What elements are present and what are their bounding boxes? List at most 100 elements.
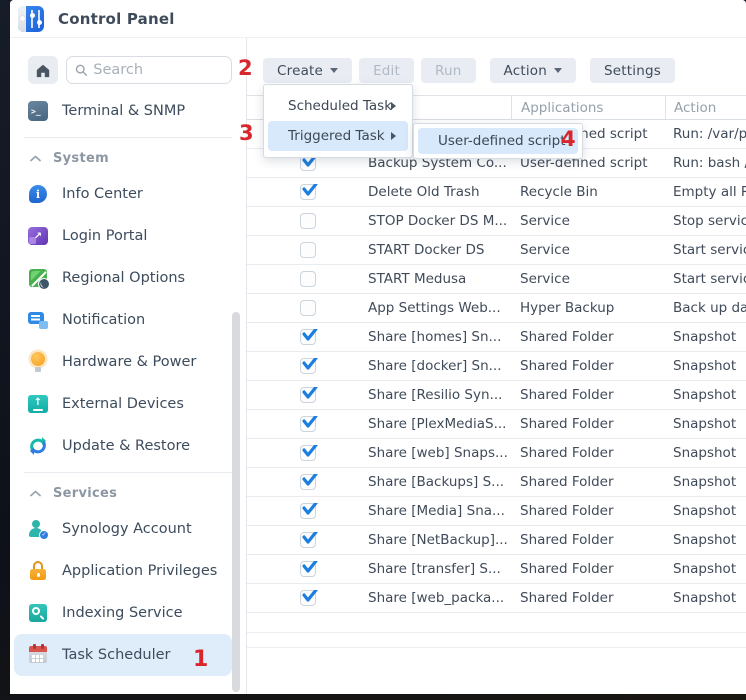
task-table: Applications Action User-defined script …: [247, 95, 746, 648]
task-action: Start servic: [665, 271, 746, 287]
check-icon: [301, 445, 319, 459]
task-name: STOP Docker DS M...: [368, 213, 511, 229]
task-enabled-checkbox[interactable]: [300, 590, 316, 606]
check-icon: [301, 416, 319, 430]
sidebar-item-synology-account[interactable]: ✓ Synology Account: [14, 508, 232, 550]
update-restore-icon: [28, 436, 48, 456]
menu-item-scheduled-task[interactable]: Scheduled Task: [268, 91, 408, 121]
external-device-icon: ↑: [28, 395, 48, 413]
sidebar-item-external-devices[interactable]: ↑ External Devices: [14, 383, 232, 425]
task-enabled-checkbox[interactable]: [300, 329, 316, 345]
table-row[interactable]: STOP Docker DS M... Service Stop servic: [247, 207, 746, 236]
search-input[interactable]: [93, 62, 223, 78]
task-enabled-checkbox[interactable]: [300, 445, 316, 461]
task-enabled-checkbox[interactable]: [300, 242, 316, 258]
task-enabled-checkbox[interactable]: [300, 416, 316, 432]
sidebar-item-terminal-snmp[interactable]: >_ Terminal & SNMP: [14, 90, 232, 132]
run-button[interactable]: Run: [421, 58, 476, 83]
task-enabled-checkbox[interactable]: [300, 271, 316, 287]
table-row[interactable]: Share [PlexMediaS... Shared Folder Snaps…: [247, 410, 746, 439]
task-name: Share [Backups] S...: [368, 474, 511, 490]
task-application: Shared Folder: [511, 503, 665, 519]
menu-item-triggered-task[interactable]: Triggered Task: [268, 121, 408, 151]
create-submenu: User-defined script: [413, 123, 583, 159]
table-row[interactable]: Share [homes] Sn... Shared Folder Snapsh…: [247, 323, 746, 352]
task-action: Snapshot: [665, 416, 746, 432]
task-action: Snapshot: [665, 445, 746, 461]
task-application: Service: [511, 213, 665, 229]
search-box[interactable]: [66, 56, 232, 84]
edit-button[interactable]: Edit: [359, 58, 414, 83]
create-button[interactable]: Create: [263, 58, 352, 83]
table-row[interactable]: START Medusa Service Start servic: [247, 265, 746, 294]
task-application: Shared Folder: [511, 329, 665, 345]
action-button[interactable]: Action: [490, 58, 576, 83]
task-application: Shared Folder: [511, 416, 665, 432]
task-enabled-checkbox[interactable]: [300, 532, 316, 548]
task-application: Recycle Bin: [511, 184, 665, 200]
section-system[interactable]: System: [10, 143, 246, 173]
sidebar-item-regional-options[interactable]: Regional Options: [14, 257, 232, 299]
task-action: Back up da: [665, 300, 746, 316]
task-enabled-checkbox[interactable]: [300, 358, 316, 374]
table-row[interactable]: Share [NetBackup]... Shared Folder Snaps…: [247, 526, 746, 555]
sidebar-item-info-center[interactable]: i Info Center: [14, 173, 232, 215]
task-enabled-checkbox[interactable]: [300, 184, 316, 200]
table-row[interactable]: START Docker DS Service Start servic: [247, 236, 746, 265]
table-row[interactable]: App Settings Web... Hyper Backup Back up…: [247, 294, 746, 323]
terminal-icon: >_: [28, 101, 48, 121]
divider: [24, 137, 232, 138]
task-name: Share [transfer] S...: [368, 561, 511, 577]
section-services[interactable]: Services: [10, 478, 246, 508]
check-icon: [301, 532, 319, 546]
table-row[interactable]: Share [Resilio Syn... Shared Folder Snap…: [247, 381, 746, 410]
task-name: Share [Resilio Syn...: [368, 387, 511, 403]
sidebar-item-update-restore[interactable]: Update & Restore: [14, 425, 232, 467]
task-enabled-checkbox[interactable]: [300, 474, 316, 490]
table-row[interactable]: Delete Old Trash Recycle Bin Empty all R: [247, 178, 746, 207]
notification-icon: [28, 310, 48, 330]
table-row[interactable]: Share [Backups] S... Shared Folder Snaps…: [247, 468, 746, 497]
settings-button[interactable]: Settings: [590, 58, 675, 83]
task-application: Shared Folder: [511, 387, 665, 403]
task-name: Share [homes] Sn...: [368, 329, 511, 345]
task-application: Service: [511, 271, 665, 287]
task-name: Share [Media] Sna...: [368, 503, 511, 519]
task-application: Shared Folder: [511, 474, 665, 490]
home-button[interactable]: [28, 56, 58, 84]
task-name: App Settings Web...: [368, 300, 511, 316]
task-action: Snapshot: [665, 503, 746, 519]
sidebar-item-login-portal[interactable]: ↗ Login Portal: [14, 215, 232, 257]
table-row[interactable]: Share [Media] Sna... Shared Folder Snaps…: [247, 497, 746, 526]
task-name: Share [web_packa...: [368, 590, 511, 606]
task-enabled-checkbox[interactable]: [300, 561, 316, 577]
menu-item-user-defined-script[interactable]: User-defined script: [418, 128, 578, 154]
column-action[interactable]: Action: [665, 96, 746, 119]
table-row[interactable]: Share [web] Snaps... Shared Folder Snaps…: [247, 439, 746, 468]
annotation-step-3: 3: [239, 122, 254, 144]
info-icon: i: [28, 184, 48, 204]
sidebar-item-indexing-service[interactable]: Indexing Service: [14, 592, 232, 634]
task-action: Snapshot: [665, 358, 746, 374]
submenu-arrow-icon: [391, 102, 396, 110]
task-enabled-checkbox[interactable]: [300, 213, 316, 229]
task-action: Start servic: [665, 242, 746, 258]
lock-icon: [28, 561, 48, 581]
control-panel-icon: [18, 6, 44, 32]
table-row[interactable]: Share [web_packa... Shared Folder Snapsh…: [247, 584, 746, 613]
task-application: Shared Folder: [511, 445, 665, 461]
task-enabled-checkbox[interactable]: [300, 503, 316, 519]
task-name: START Medusa: [368, 271, 511, 287]
column-applications[interactable]: Applications: [511, 96, 665, 119]
table-row[interactable]: Share [transfer] S... Shared Folder Snap…: [247, 555, 746, 584]
sidebar-scrollbar[interactable]: [232, 312, 240, 692]
sidebar-item-notification[interactable]: Notification: [14, 299, 232, 341]
sidebar-item-hardware-power[interactable]: Hardware & Power: [14, 341, 232, 383]
task-action: Snapshot: [665, 474, 746, 490]
sidebar-item-application-privileges[interactable]: Application Privileges: [14, 550, 232, 592]
task-enabled-checkbox[interactable]: [300, 387, 316, 403]
home-icon: [35, 63, 51, 78]
table-row[interactable]: Share [docker] Sn... Shared Folder Snaps…: [247, 352, 746, 381]
login-portal-icon: ↗: [28, 227, 48, 245]
task-enabled-checkbox[interactable]: [300, 300, 316, 316]
